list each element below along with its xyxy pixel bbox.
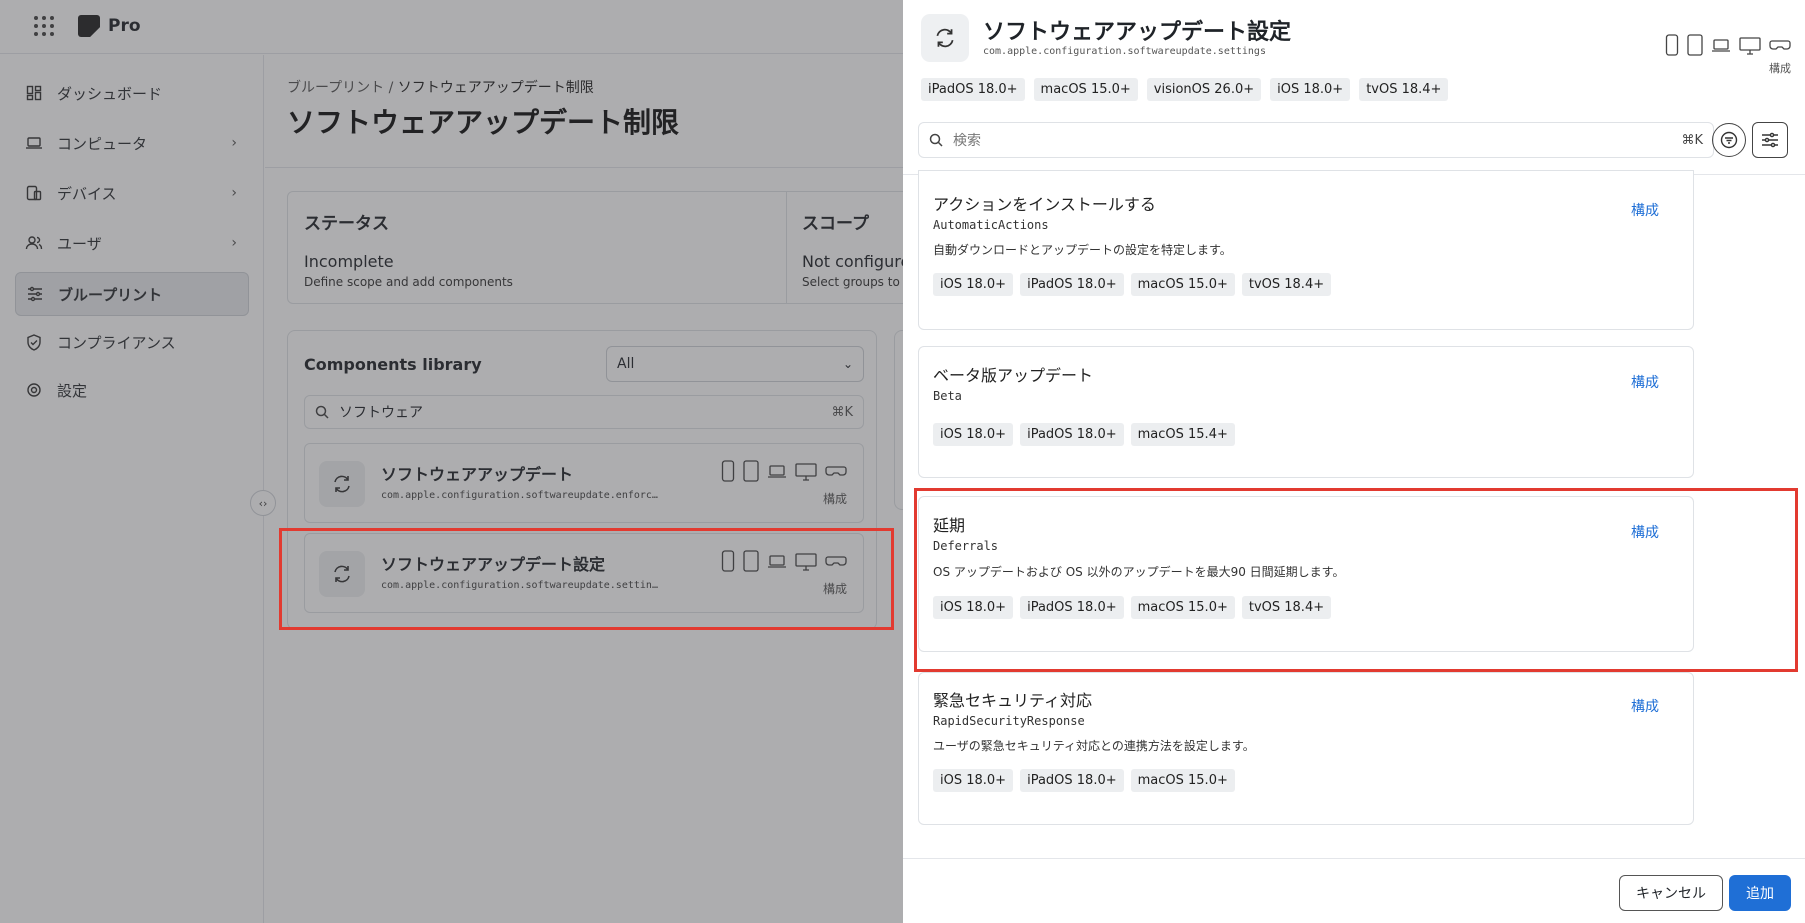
platform-chip: macOS 15.0+ (1033, 78, 1138, 101)
search-icon (929, 133, 943, 147)
sync-icon (921, 14, 969, 62)
setting-key: RapidSecurityResponse (933, 714, 1085, 728)
platform-chip: iOS 18.0+ (933, 273, 1014, 296)
setting-description: ユーザの緊急セキュリティ対応との連携方法を設定します。 (933, 739, 1255, 753)
platform-chip: macOS 15.4+ (1130, 423, 1235, 446)
device-icons (1665, 34, 1791, 56)
panel-footer: キャンセル 追加 (903, 858, 1805, 923)
setting-card: 緊急セキュリティ対応 RapidSecurityResponse ユーザの緊急セ… (918, 672, 1694, 825)
setting-key: Beta (933, 389, 962, 403)
cancel-button[interactable]: キャンセル (1619, 875, 1723, 911)
panel-search-input[interactable]: 検索 ⌘K (918, 122, 1714, 158)
configure-link[interactable]: 構成 (1631, 200, 1659, 220)
platform-chip: visionOS 26.0+ (1146, 78, 1262, 101)
setting-title: アクションをインストールする (933, 195, 1156, 214)
modal-backdrop[interactable] (0, 0, 903, 923)
shortcut-hint: ⌘K (1681, 132, 1703, 148)
panel-title: ソフトウェアアップデート設定 (983, 20, 1292, 45)
filter-icon (1720, 131, 1738, 149)
add-button[interactable]: 追加 (1729, 875, 1791, 911)
setting-card: アクションをインストールする AutomaticActions 自動ダウンロード… (918, 170, 1694, 330)
configure-link[interactable]: 構成 (1631, 372, 1659, 392)
platform-chip: tvOS 18.4+ (1359, 78, 1449, 101)
platform-chip: iPadOS 18.0+ (1020, 273, 1124, 296)
configure-link[interactable]: 構成 (1631, 696, 1659, 716)
configure-label: 構成 (1769, 62, 1791, 75)
highlight-box (279, 528, 894, 630)
sliders-icon (1761, 132, 1779, 148)
setting-title: 緊急セキュリティ対応 (933, 691, 1093, 710)
platform-chip: iOS 18.0+ (933, 423, 1014, 446)
setting-key: AutomaticActions (933, 218, 1049, 232)
platform-chip: macOS 15.0+ (1130, 273, 1235, 296)
laptop-icon (1712, 39, 1730, 52)
panel-identifier: com.apple.configuration.softwareupdate.s… (983, 46, 1266, 57)
platform-chip: iOS 18.0+ (1270, 78, 1351, 101)
search-placeholder: 検索 (953, 133, 981, 149)
component-detail-panel: ソフトウェアアップデート設定 com.apple.configuration.s… (903, 0, 1805, 923)
filter-button[interactable] (1712, 123, 1746, 157)
setting-description: 自動ダウンロードとアップデートの設定を特定します。 (933, 243, 1232, 257)
ipad-icon (1687, 34, 1703, 56)
platform-chips: iOS 18.0+ iPadOS 18.0+ macOS 15.4+ (933, 423, 1235, 446)
platform-chip: iPadOS 18.0+ (1020, 769, 1124, 792)
vision-pro-icon (1769, 40, 1791, 50)
setting-title: ベータ版アップデート (933, 366, 1094, 385)
platform-chip: iPadOS 18.0+ (921, 78, 1025, 101)
desktop-icon (1739, 37, 1761, 55)
settings-toggle-button[interactable] (1752, 122, 1788, 158)
platform-chips: iOS 18.0+ iPadOS 18.0+ macOS 15.0+ (933, 769, 1235, 792)
platform-chips: iOS 18.0+ iPadOS 18.0+ macOS 15.0+ tvOS … (933, 273, 1332, 296)
platform-chip: iOS 18.0+ (933, 769, 1014, 792)
platform-chip: macOS 15.0+ (1130, 769, 1235, 792)
platform-chips: iPadOS 18.0+ macOS 15.0+ visionOS 26.0+ … (921, 78, 1449, 101)
iphone-icon (1665, 34, 1679, 56)
highlight-box (914, 488, 1798, 672)
platform-chip: tvOS 18.4+ (1241, 273, 1332, 296)
platform-chip: iPadOS 18.0+ (1020, 423, 1124, 446)
setting-card: ベータ版アップデート Beta 構成 iOS 18.0+ iPadOS 18.0… (918, 346, 1694, 478)
